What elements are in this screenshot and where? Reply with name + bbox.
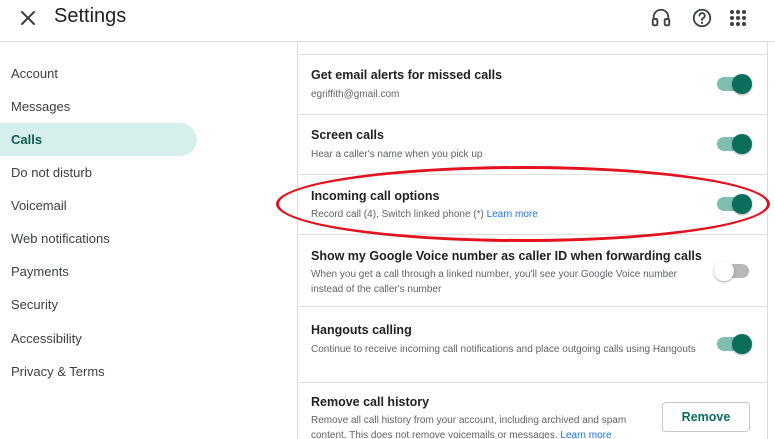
- learn-more-link[interactable]: Learn more: [560, 430, 611, 439]
- incoming-call-options-toggle[interactable]: [717, 194, 752, 214]
- sidebar-item-calls[interactable]: Calls: [0, 123, 197, 156]
- page-title: Settings: [54, 5, 127, 27]
- setting-row-email-alerts: Get email alerts for missed calls egriff…: [298, 55, 767, 115]
- toggle-knob: [714, 261, 734, 281]
- email-alerts-toggle[interactable]: [717, 74, 752, 94]
- calls-settings-panel: Get email alerts for missed calls egriff…: [297, 42, 768, 439]
- app-header: Settings: [0, 0, 775, 42]
- screen-calls-toggle[interactable]: [717, 134, 752, 154]
- setting-title: Hangouts calling: [311, 323, 412, 337]
- setting-description: Hear a caller's name when you pick up: [311, 149, 483, 160]
- toggle-knob: [732, 194, 752, 214]
- setting-title: Get email alerts for missed calls: [311, 68, 503, 82]
- headset-icon: [651, 8, 671, 27]
- sidebar-item-messages[interactable]: Messages: [0, 90, 197, 123]
- remove-history-button[interactable]: Remove: [662, 402, 750, 432]
- apps-button[interactable]: [725, 5, 751, 31]
- sidebar-item-privacy-terms[interactable]: Privacy & Terms: [0, 355, 197, 388]
- toggle-knob: [732, 74, 752, 94]
- toggle-knob: [732, 334, 752, 354]
- setting-row-screen-calls: Screen calls Hear a caller's name when y…: [298, 115, 767, 175]
- hangouts-calling-toggle[interactable]: [717, 334, 752, 354]
- support-button[interactable]: [648, 5, 674, 31]
- sidebar-item-security[interactable]: Security: [0, 288, 197, 321]
- setting-row-incoming-call-options[interactable]: Incoming call options Record call (4), S…: [298, 175, 767, 235]
- sidebar-item-do-not-disturb[interactable]: Do not disturb: [0, 156, 197, 189]
- close-button[interactable]: [14, 4, 42, 32]
- setting-title: Incoming call options: [311, 189, 440, 203]
- toggle-knob: [732, 134, 752, 154]
- help-icon: [692, 8, 712, 28]
- setting-row-hangouts-calling: Hangouts calling Continue to receive inc…: [298, 307, 767, 383]
- settings-sidebar: Account Messages Calls Do not disturb Vo…: [0, 42, 297, 439]
- setting-description: egriffith@gmail.com: [311, 89, 400, 100]
- setting-description: When you get a call through a linked num…: [311, 269, 678, 295]
- previous-setting-row: [298, 42, 767, 55]
- sidebar-item-voicemail[interactable]: Voicemail: [0, 189, 197, 222]
- sidebar-item-web-notifications[interactable]: Web notifications: [0, 222, 197, 255]
- setting-description: Remove all call history from your accoun…: [311, 413, 651, 439]
- setting-description: Record call (4), Switch linked phone (*)…: [311, 207, 701, 222]
- setting-description: Continue to receive incoming call notifi…: [311, 344, 696, 355]
- apps-grid-icon: [730, 10, 746, 26]
- setting-title: Screen calls: [311, 128, 384, 142]
- incoming-options-summary: Record call (4), Switch linked phone (*): [311, 209, 484, 220]
- sidebar-item-accessibility[interactable]: Accessibility: [0, 322, 197, 355]
- setting-title: Show my Google Voice number as caller ID…: [311, 249, 702, 263]
- close-icon: [21, 11, 35, 25]
- setting-title: Remove call history: [311, 395, 430, 409]
- sidebar-item-account[interactable]: Account: [0, 57, 197, 90]
- sidebar-item-payments[interactable]: Payments: [0, 255, 197, 288]
- caller-id-toggle[interactable]: [714, 261, 749, 281]
- help-button[interactable]: [689, 5, 715, 31]
- setting-row-caller-id: Show my Google Voice number as caller ID…: [298, 235, 767, 307]
- learn-more-link[interactable]: Learn more: [487, 209, 538, 220]
